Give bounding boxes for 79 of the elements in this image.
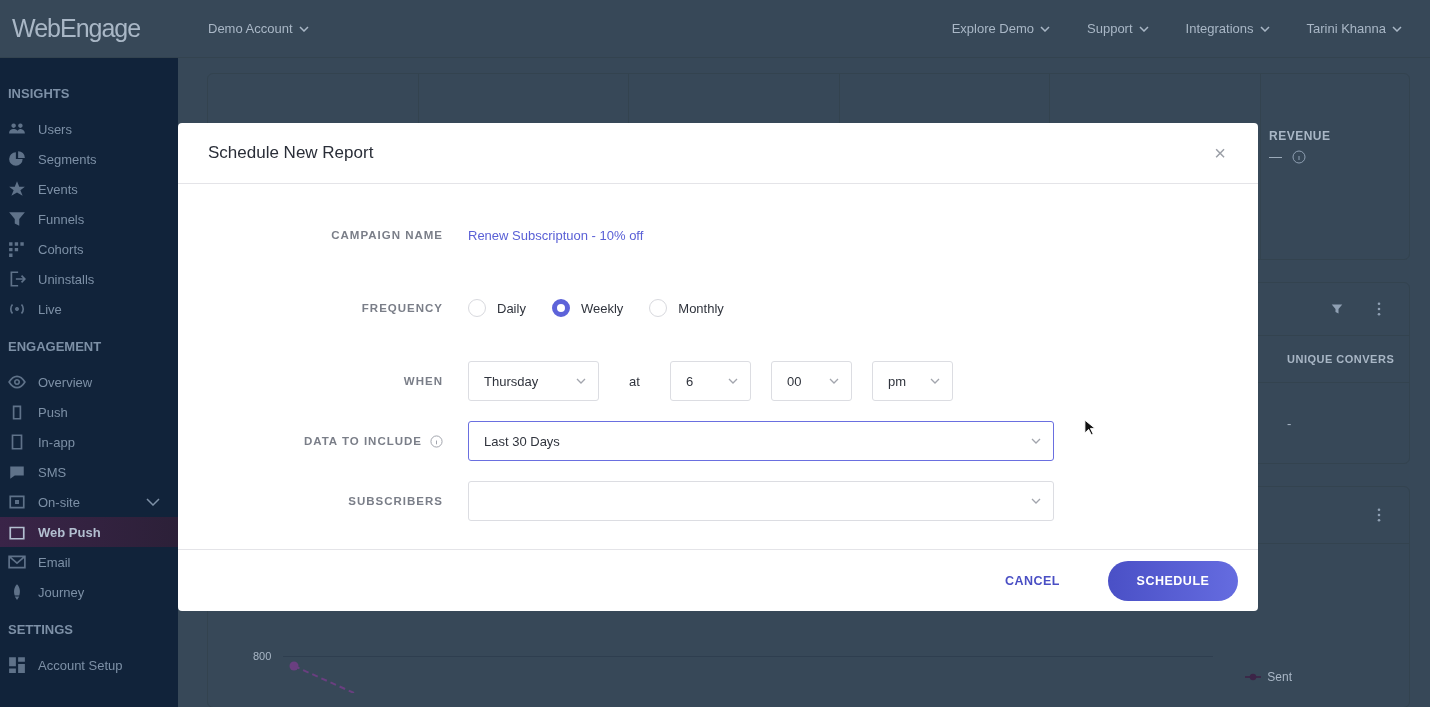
metric-label: REVENUE — [1268, 129, 1332, 143]
data-range-select[interactable]: Last 30 Days — [468, 421, 1054, 461]
sidebar-item[interactable]: Events — [0, 174, 178, 204]
field-label: DATA TO INCLUDE — [178, 434, 443, 448]
chevron-down-icon — [1392, 25, 1402, 32]
field-label: SUBSCRIBERS — [347, 495, 443, 507]
eye-icon — [8, 373, 26, 391]
metric-value: — — [1268, 149, 1282, 164]
close-button[interactable]: × — [1212, 141, 1228, 165]
axis-tick-label: 800 — [253, 650, 272, 662]
funnel-icon — [8, 210, 26, 228]
star-icon — [8, 180, 26, 198]
dashboard-icon — [8, 656, 26, 674]
table-cell-text: - — [1287, 415, 1293, 431]
sidebar-item[interactable]: Email — [0, 547, 178, 577]
chevron-down-icon — [930, 378, 940, 384]
chevron-down-icon — [1031, 438, 1041, 444]
sidebar-item[interactable]: On-site — [0, 487, 178, 517]
legend-marker-icon — [1245, 673, 1262, 681]
window-icon — [8, 493, 26, 511]
sidebar-section-title: SETTINGS — [7, 621, 74, 639]
chart-legend: Sent — [1245, 670, 1293, 684]
at-label: at — [628, 373, 641, 389]
logo[interactable]: WebEngage — [0, 14, 208, 43]
mouse-pointer-icon — [1084, 419, 1095, 436]
sidebar-item[interactable]: Web Push — [0, 517, 178, 547]
cancel-button[interactable]: CANCEL — [996, 567, 1068, 594]
day-select[interactable]: Thursday — [468, 361, 599, 401]
chevron-down-icon — [576, 378, 586, 384]
hour-select[interactable]: 6 — [670, 361, 751, 401]
frequency-radio[interactable]: Daily — [468, 299, 526, 317]
chevron-down-icon — [728, 378, 738, 384]
sidebar-item[interactable]: Uninstalls — [0, 264, 178, 294]
nav-menu[interactable]: Integrations — [1185, 21, 1270, 36]
pie-chart-icon — [8, 150, 26, 168]
chevron-down-icon — [1259, 25, 1270, 32]
minute-select[interactable]: 00 — [771, 361, 852, 401]
nav-menu[interactable]: Tarini Khanna — [1306, 21, 1402, 36]
envelope-icon — [8, 553, 26, 571]
account-dropdown[interactable]: Demo Account — [208, 21, 309, 36]
schedule-button[interactable]: SCHEDULE — [1108, 560, 1238, 601]
exit-icon — [8, 270, 26, 288]
sidebar-item[interactable]: Segments — [0, 144, 178, 174]
chevron-down-icon — [1031, 498, 1041, 504]
info-icon — [430, 434, 443, 448]
filter-icon[interactable] — [1331, 303, 1343, 315]
sidebar-section-title: ENGAGEMENT — [7, 338, 103, 356]
radio-circle[interactable] — [551, 299, 570, 317]
sidebar-section-title: INSIGHTS — [7, 85, 71, 103]
chevron-down-icon — [298, 25, 309, 32]
frequency-radio[interactable]: Weekly — [551, 299, 624, 317]
field-label: CAMPAIGN NAME — [330, 229, 443, 241]
frequency-radio[interactable]: Monthly — [649, 299, 724, 317]
sidebar-item[interactable]: Cohorts — [0, 234, 178, 264]
sidebar-item[interactable]: Overview — [0, 367, 178, 397]
chevron-down-icon — [1040, 25, 1050, 32]
sidebar-item[interactable]: In-app — [0, 427, 178, 457]
chat-icon — [8, 463, 26, 481]
sidebar-item[interactable]: Account Setup — [0, 650, 178, 680]
column-header: UNIQUE CONVERS — [1287, 353, 1396, 365]
sidebar-item[interactable]: Journey — [0, 577, 178, 607]
info-icon — [1291, 149, 1306, 164]
chevron-down-icon — [829, 378, 839, 384]
dialog-title: Schedule New Report — [208, 143, 374, 163]
sidebar-item[interactable]: Live — [0, 294, 178, 324]
field-label: WHEN — [402, 375, 443, 387]
nav-menu[interactable]: Support — [1087, 21, 1149, 36]
more-icon[interactable] — [1377, 302, 1381, 316]
chevron-down-icon — [1138, 25, 1149, 32]
grid-icon — [8, 240, 26, 258]
sidebar-item[interactable]: SMS — [0, 457, 178, 487]
nav-menu[interactable]: Explore Demo — [951, 21, 1050, 36]
sidebar-item[interactable]: Push — [0, 397, 178, 427]
more-icon[interactable] — [1377, 508, 1381, 522]
campaign-name-link[interactable]: Renew Subscriptuon - 10% off — [468, 227, 644, 243]
sidebar-item[interactable]: Users — [0, 114, 178, 144]
field-label: FREQUENCY — [360, 302, 443, 314]
meridiem-select[interactable]: pm — [872, 361, 953, 401]
sidebar-item[interactable]: Funnels — [0, 204, 178, 234]
